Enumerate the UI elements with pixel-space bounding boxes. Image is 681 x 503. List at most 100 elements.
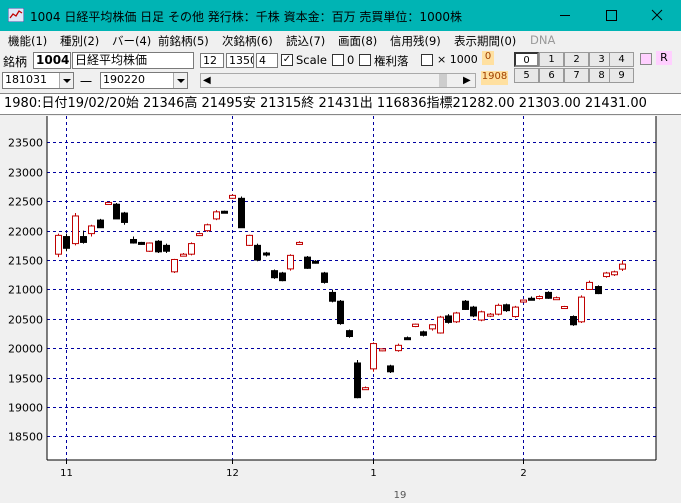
num-button-6[interactable]: 6 [539,68,564,83]
window-title: 1004 日経平均株価 日足 その他 発行株：千株 資本金：百万 売買単位：10… [30,10,462,24]
candle [171,258,178,274]
candle [470,305,477,318]
y-tick-label: 20000 [8,343,43,356]
candle [304,255,311,269]
candle-body [113,203,120,220]
num-button-0[interactable]: 0 [514,52,539,67]
y-tick-label: 23000 [8,167,43,180]
num-button-4[interactable]: 4 [609,52,634,67]
candle-body [545,291,552,299]
num-button-1[interactable]: 1 [539,52,564,67]
menu-display-period[interactable]: 表示期間(0) [454,33,516,49]
scroll-thumb[interactable] [439,74,447,87]
num-button-2[interactable]: 2 [564,52,589,67]
zero-checkbox[interactable] [332,54,344,66]
candle [503,303,510,312]
menu-load[interactable]: 読込(7) [286,33,325,49]
maximize-button[interactable] [588,0,634,31]
r-label[interactable]: R [656,51,672,65]
app-icon [8,8,24,22]
symbol-code-input[interactable]: 1004 [33,52,71,69]
candle-body [321,272,328,283]
x1000-checkbox[interactable] [421,54,433,66]
candle-body [55,234,62,255]
candle-body [445,315,452,323]
minimize-button[interactable] [542,0,588,31]
candle [337,300,344,325]
scroll-right-icon[interactable]: ▶ [463,75,471,86]
candle [55,233,62,258]
candle [221,210,228,214]
candle [478,310,485,322]
candle-body [188,243,195,255]
symbol-name-field[interactable]: 日経平均株価 [72,52,194,69]
menu-next-symbol[interactable]: 次銘柄(6) [222,33,273,49]
candle [138,241,145,245]
period-scrollbar[interactable]: ◀ ▶ [200,73,476,88]
candle-body [138,241,145,245]
candle-body [287,254,294,270]
candle [163,243,170,254]
param-field-1[interactable]: 12 [200,53,224,68]
candle-body [155,240,162,253]
candle [595,285,602,295]
candle [570,315,577,326]
menu-screen[interactable]: 画面(8) [338,33,377,49]
candle-body [437,316,444,334]
candle-body [412,323,419,328]
menu-prev-symbol[interactable]: 前銘柄(5) [158,33,209,49]
candle [462,300,469,311]
r-checkbox[interactable] [640,53,652,65]
candle [611,270,618,276]
param-field-2[interactable]: 1350 [226,53,254,68]
candle [155,240,162,254]
candle [105,201,112,205]
quote-info-line: 1980:日付19/02/20始 21346高 21495安 21315終 21… [0,93,681,115]
candle-body [163,244,170,252]
scroll-left-icon[interactable]: ◀ [203,75,211,86]
chevron-down-icon[interactable] [59,73,73,88]
chevron-down-icon[interactable] [173,73,187,88]
candle-body [595,286,602,295]
menu-bar-type[interactable]: バー(4) [112,33,151,49]
candle [113,203,120,220]
candle-body [246,234,253,246]
year-badge: 1908 [481,71,508,85]
x1000-label: × 1000 [437,53,478,66]
candle-body [279,272,286,282]
close-button[interactable] [634,0,680,31]
candle [346,329,353,338]
candle-body [387,365,394,373]
menu-type[interactable]: 種別(2) [60,33,99,49]
symbol-label: 銘柄 [3,55,28,69]
x-tick-label: 2 [520,468,526,479]
candle [238,196,245,229]
candle-body [495,304,502,315]
candle [213,210,220,221]
candle-body [312,260,319,264]
candle [586,280,593,291]
candle-body [487,313,494,317]
scale-checkbox[interactable]: ✓ [281,54,293,66]
candle-body [462,300,469,310]
num-button-7[interactable]: 7 [564,68,589,83]
end-date-select[interactable]: 190220 [100,72,188,89]
menu-margin[interactable]: 信用残(9) [390,33,441,49]
num-button-5[interactable]: 5 [514,68,539,83]
title-bar[interactable]: 1004 日経平均株価 日足 その他 発行株：千株 資本金：百万 売買単位：10… [0,0,681,31]
candle-body [263,252,270,256]
num-button-9[interactable]: 9 [609,68,634,83]
start-date-select[interactable]: 181031 [2,72,74,89]
candle-body [254,244,261,261]
param-field-3[interactable]: 4 [256,53,278,68]
candle-body [229,194,236,199]
menu-function[interactable]: 機能(1) [8,33,47,49]
candle-body [578,296,585,323]
candle-body [586,281,593,290]
candle-body [63,236,70,249]
candle-body [561,306,568,310]
candle-body [346,330,353,338]
candle-body [80,236,87,243]
plot-area [47,116,656,460]
kenri-checkbox[interactable] [359,54,371,66]
